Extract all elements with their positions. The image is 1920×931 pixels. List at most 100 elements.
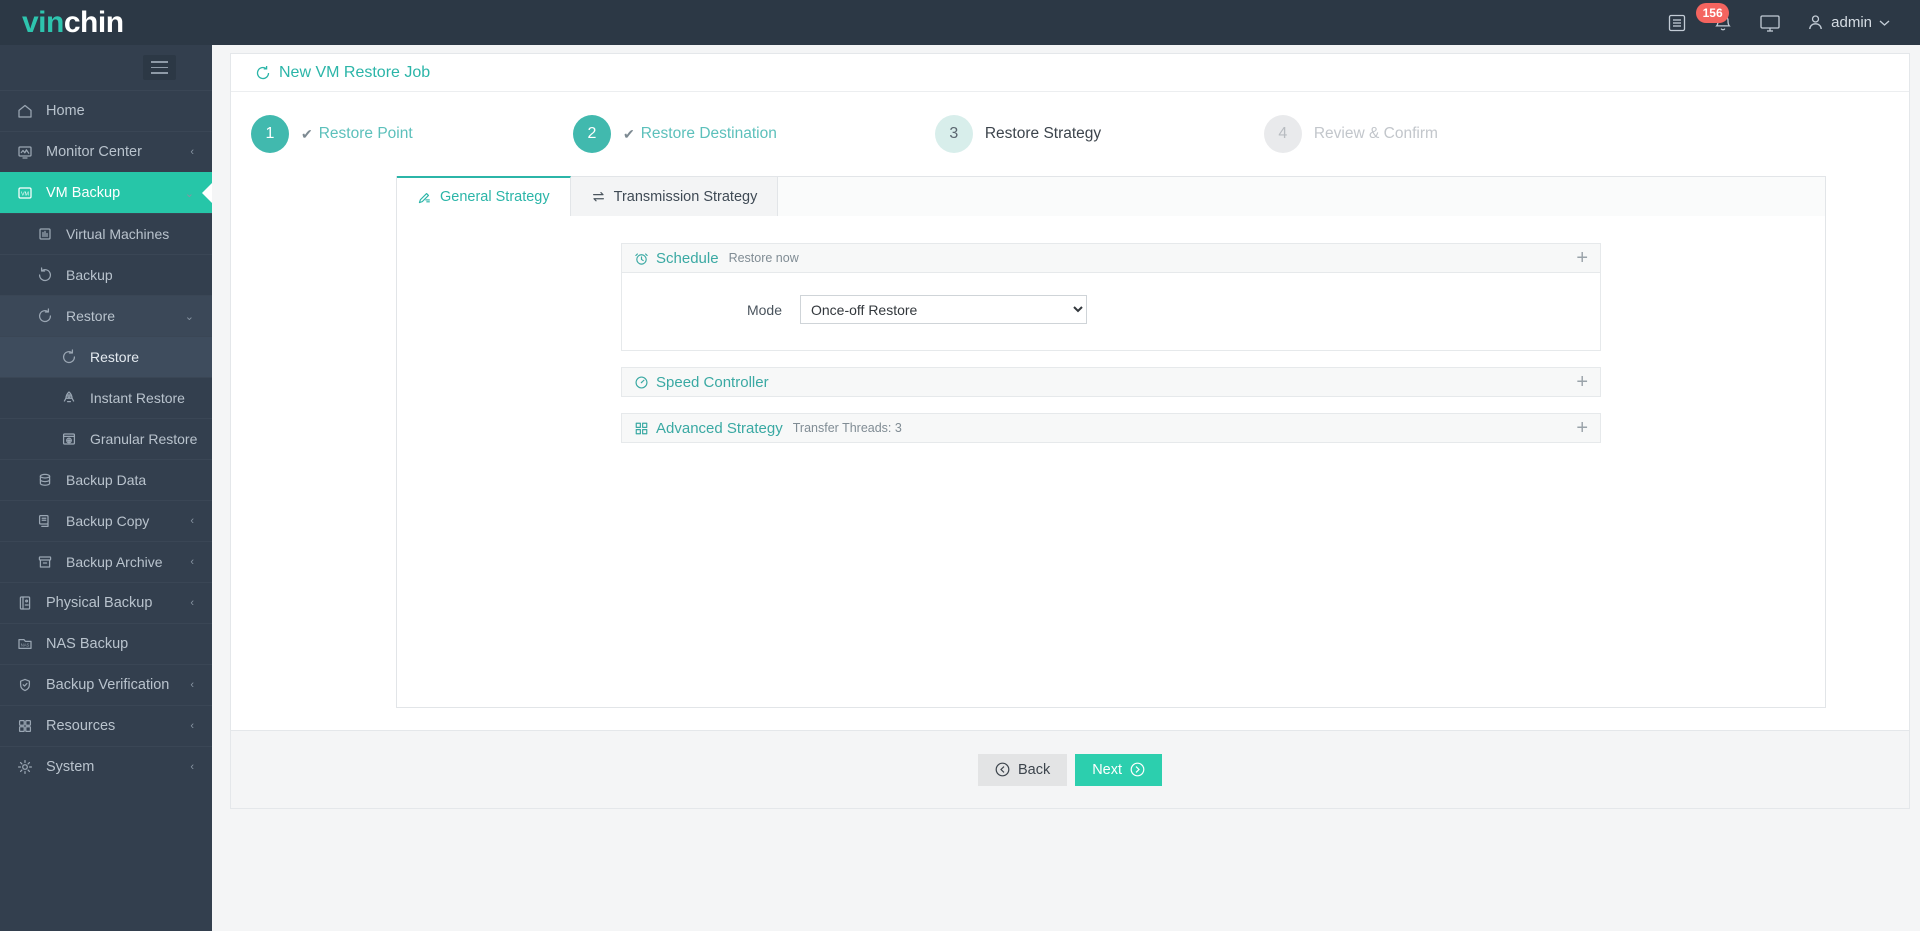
sidebar-item-label: Resources (46, 718, 116, 734)
sidebar-item-label: Backup Verification (46, 677, 170, 693)
logo-part-two: chin (63, 6, 124, 39)
hamburger-icon[interactable] (143, 55, 176, 80)
panel-header[interactable]: Advanced Strategy Transfer Threads: 3 + (621, 413, 1601, 443)
user-menu[interactable]: admin (1807, 14, 1890, 31)
step-review-confirm[interactable]: 4 Review & Confirm (1263, 115, 1464, 153)
next-button[interactable]: Next (1075, 753, 1163, 786)
sidebar-item-label: Backup (66, 267, 113, 283)
database-icon (34, 472, 56, 488)
blocks-icon (634, 421, 649, 436)
step-restore-point[interactable]: 1 ✔ Restore Point (251, 115, 451, 153)
sidebar-item-label: Monitor Center (46, 144, 142, 160)
plus-icon[interactable]: + (1576, 248, 1588, 268)
sidebar-item-label: NAS Backup (46, 636, 129, 652)
chevron-left-icon: ‹ (190, 679, 194, 691)
plus-icon[interactable]: + (1576, 372, 1588, 392)
step-number-badge: 3 (934, 115, 973, 153)
mode-select[interactable]: Once-off RestoreScheduled Restore (800, 295, 1087, 324)
panel-header[interactable]: Speed Controller + (621, 367, 1601, 397)
svg-text:VM: VM (21, 191, 30, 197)
monitor-icon[interactable] (1759, 13, 1781, 33)
check-icon: ✔ (301, 125, 313, 142)
sidebar-item-instant-restore[interactable]: Instant Restore (0, 377, 212, 418)
panel-advanced-strategy: Advanced Strategy Transfer Threads: 3 + (621, 413, 1601, 443)
sidebar-item-backup-copy[interactable]: Backup Copy ‹ (0, 500, 212, 541)
sidebar-item-restore[interactable]: Restore ⌄ (0, 295, 212, 336)
plus-icon[interactable]: + (1576, 418, 1588, 438)
chevron-left-icon: ‹ (190, 556, 194, 568)
panel-subtitle: Transfer Threads: 3 (792, 421, 902, 435)
sidebar-item-label: System (46, 759, 95, 775)
step-label: Review & Confirm (1313, 125, 1438, 142)
sidebar-item-label: Physical Backup (46, 595, 153, 611)
sidebar: Home Monitor Center ‹ VM VM Backup ⌄ Virtual M… (0, 45, 212, 931)
step-restore-destination[interactable]: 2 ✔ Restore Destination (573, 115, 777, 153)
home-icon (14, 103, 36, 119)
sidebar-item-physical-backup[interactable]: Physical Backup ‹ (0, 582, 212, 623)
sidebar-item-monitor-center[interactable]: Monitor Center ‹ (0, 131, 212, 172)
tab-label: Transmission Strategy (613, 188, 758, 205)
archive-icon (34, 554, 56, 570)
check-icon: ✔ (623, 125, 635, 142)
next-button-label: Next (1092, 761, 1123, 778)
chevron-left-icon: ‹ (190, 515, 194, 527)
sidebar-item-label: Granular Restore (90, 431, 198, 447)
chevron-left-icon: ‹ (190, 761, 194, 773)
sidebar-item-backup-data[interactable]: Backup Data (0, 459, 212, 500)
main-content: New VM Restore Job 1 ✔ Restore Point 2 ✔ Rest… (212, 45, 1920, 931)
sidebar-item-system[interactable]: System ‹ (0, 746, 212, 787)
step-label: Restore Destination (640, 125, 777, 142)
username-label: admin (1831, 14, 1872, 31)
restore-icon (255, 65, 271, 81)
sidebar-item-nas-backup[interactable]: NAS NAS Backup (0, 623, 212, 664)
chevron-left-icon: ‹ (190, 720, 194, 732)
sidebar-item-backup-verification[interactable]: Backup Verification ‹ (0, 664, 212, 705)
sidebar-item-label: Restore (90, 349, 140, 365)
panel-header[interactable]: Schedule Restore now + (621, 243, 1601, 273)
tab-panel-general-strategy: Schedule Restore now + Mode Once-off Restore… (397, 216, 1825, 707)
granular-icon (58, 431, 80, 447)
sidebar-item-label: VM Backup (46, 185, 121, 201)
chevron-down-icon (1879, 19, 1890, 27)
step-restore-strategy[interactable]: 3 Restore Strategy (934, 115, 1135, 153)
transfer-icon (591, 189, 606, 204)
sidebar-item-backup[interactable]: Backup (0, 254, 212, 295)
sidebar-nav: Home Monitor Center ‹ VM VM Backup ⌄ Virtual M… (0, 90, 212, 787)
grid-icon (14, 718, 36, 734)
logo-part-one: vin (22, 6, 64, 39)
list-icon[interactable] (1667, 13, 1687, 33)
tab-general-strategy[interactable]: General Strategy (397, 176, 571, 216)
notifications[interactable]: 156 (1696, 3, 1733, 33)
page-card: New VM Restore Job 1 ✔ Restore Point 2 ✔ Rest… (230, 53, 1910, 731)
sidebar-item-backup-archive[interactable]: Backup Archive ‹ (0, 541, 212, 582)
wizard-footer: Back Next (230, 731, 1910, 809)
panel-subtitle: Restore now (728, 251, 799, 265)
shield-check-icon (14, 677, 36, 693)
wizard-stepper: 1 ✔ Restore Point 2 ✔ Restore Destination 3 Res… (231, 92, 1909, 176)
sidebar-item-granular-restore[interactable]: Granular Restore (0, 418, 212, 459)
notification-badge: 156 (1696, 3, 1730, 23)
step-number-badge: 1 (251, 115, 289, 153)
user-icon (1807, 14, 1824, 31)
sidebar-item-restore[interactable]: Restore (0, 336, 212, 377)
rocket-icon (58, 390, 80, 406)
back-button-label: Back (1017, 761, 1051, 778)
gauge-icon (634, 375, 649, 390)
tab-transmission-strategy[interactable]: Transmission Strategy (570, 177, 779, 216)
strategy-card: General Strategy Transmission Strategy Sc… (396, 176, 1826, 708)
sidebar-item-label: Backup Copy (66, 513, 150, 529)
form-row: Mode Once-off RestoreScheduled Restore (622, 295, 1600, 324)
panel-body: Mode Once-off RestoreScheduled Restore (621, 273, 1601, 351)
app-logo[interactable]: vinchin (0, 0, 212, 45)
arrow-left-circle-icon (995, 762, 1010, 777)
sidebar-item-virtual-machines[interactable]: Virtual Machines (0, 213, 212, 254)
step-number-badge: 4 (1263, 115, 1302, 153)
sidebar-item-label: Backup Archive (66, 554, 163, 570)
sidebar-item-home[interactable]: Home (0, 90, 212, 131)
sidebar-item-resources[interactable]: Resources ‹ (0, 705, 212, 746)
sidebar-item-vm-backup[interactable]: VM VM Backup ⌄ (0, 172, 212, 213)
back-button[interactable]: Back (977, 753, 1068, 786)
panel-title: Advanced Strategy (656, 419, 783, 437)
vm-icon: VM (14, 185, 36, 201)
step-number-badge: 2 (573, 115, 611, 153)
